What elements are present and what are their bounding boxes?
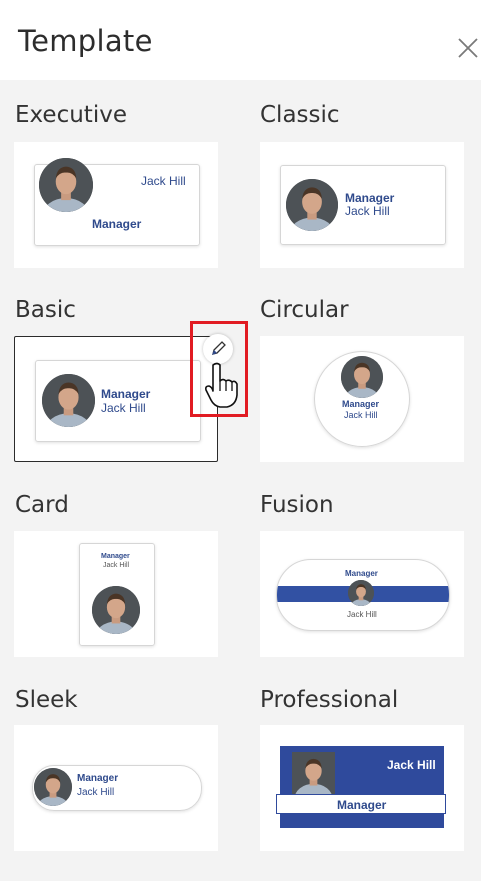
panel-title: Template — [18, 24, 153, 58]
template-classic[interactable]: Manager Jack Hill — [260, 142, 464, 268]
avatar — [348, 580, 374, 606]
avatar — [286, 179, 338, 231]
role-text: Manager — [101, 553, 130, 560]
role-text: Manager — [101, 387, 151, 401]
template-professional[interactable]: Jack Hill Manager — [260, 725, 464, 851]
role-text: Manager — [77, 773, 119, 784]
name-text: Jack Hill — [347, 610, 377, 619]
name-text: Jack Hill — [77, 787, 115, 798]
role-text: Manager — [92, 217, 142, 231]
name-text: Jack Hill — [103, 562, 130, 569]
avatar — [39, 158, 93, 212]
template-sleek[interactable]: Manager Jack Hill — [14, 725, 218, 851]
template-label-basic: Basic — [15, 297, 76, 323]
template-circular[interactable]: Manager Jack Hill — [260, 336, 464, 462]
template-card[interactable]: Manager Jack Hill — [14, 531, 218, 657]
role-text: Manager — [345, 191, 395, 205]
template-label-card: Card — [15, 492, 69, 518]
name-text: Jack Hill — [101, 401, 146, 415]
avatar — [92, 586, 140, 634]
avatar — [34, 768, 72, 806]
template-label-circular: Circular — [260, 297, 349, 323]
highlight-box — [190, 321, 248, 417]
avatar — [292, 752, 335, 795]
role-text: Manager — [342, 399, 380, 409]
template-fusion[interactable]: Manager Jack Hill — [260, 531, 464, 657]
template-label-professional: Professional — [260, 687, 399, 713]
template-label-fusion: Fusion — [260, 492, 334, 518]
name-text: Jack Hill — [141, 174, 186, 188]
template-label-classic: Classic — [260, 102, 340, 128]
role-text: Manager — [345, 569, 378, 578]
panel-header: Template — [0, 0, 481, 80]
avatar — [42, 374, 95, 427]
role-text: Manager — [337, 798, 387, 812]
avatar — [341, 356, 383, 398]
template-label-sleek: Sleek — [15, 687, 78, 713]
template-executive[interactable]: Jack Hill Manager — [14, 142, 218, 268]
name-text: Jack Hill — [345, 204, 390, 218]
template-basic[interactable]: Manager Jack Hill — [14, 336, 218, 462]
name-text: Jack Hill — [344, 410, 378, 420]
name-text: Jack Hill — [387, 758, 436, 772]
template-label-executive: Executive — [15, 102, 127, 128]
close-icon[interactable] — [455, 35, 481, 61]
